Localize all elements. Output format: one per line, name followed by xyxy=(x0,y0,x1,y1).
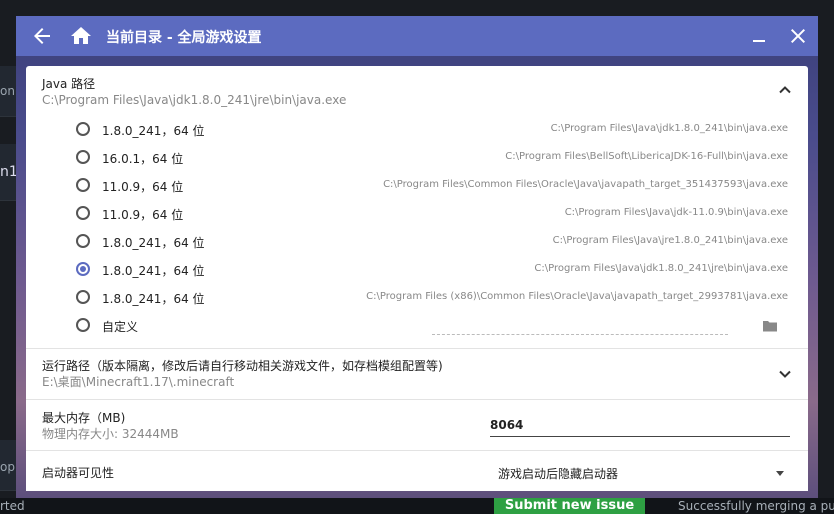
settings-dialog: 当前目录 - 全局游戏设置 Java 路径 C:\Program Files\J… xyxy=(16,16,818,498)
java-option-version: 16.0.1，64 位 xyxy=(102,152,184,166)
home-icon[interactable] xyxy=(69,24,93,48)
java-options-list: 1.8.0_241，64 位 C:\Program Files\Java\jdk… xyxy=(26,108,808,348)
bg-fragment: on xyxy=(0,84,15,98)
java-option-radio-selected[interactable] xyxy=(76,262,90,276)
launcher-visibility-row: 启动器可见性 游戏启动后隐藏启动器 xyxy=(26,451,808,491)
java-option-row[interactable]: 11.0.9，64 位 C:\Program Files\Common File… xyxy=(26,172,808,200)
java-option-version: 1.8.0_241，64 位 xyxy=(102,236,205,250)
launcher-visibility-select[interactable]: 游戏启动后隐藏启动器 xyxy=(498,465,618,482)
java-path-label: Java 路径 xyxy=(42,77,96,91)
max-memory-row: 最大内存（MB) 物理内存大小: 32444MB xyxy=(26,400,808,450)
java-option-radio[interactable] xyxy=(76,150,90,164)
chevron-down-icon[interactable] xyxy=(778,366,792,380)
run-path-row[interactable]: 运行路径（版本隔离，修改后请自行移动相关游戏文件，如存档模组配置等) E:\桌面… xyxy=(26,349,808,399)
dialog-title: 当前目录 - 全局游戏设置 xyxy=(106,30,262,46)
java-option-path: C:\Program Files\BellSoft\LibericaJDK-16… xyxy=(505,151,788,162)
minimize-icon[interactable] xyxy=(747,24,771,48)
java-custom-path-input[interactable] xyxy=(432,334,728,335)
java-option-row[interactable]: 1.8.0_241，64 位 C:\Program Files\Java\jdk… xyxy=(26,116,808,144)
java-custom-row[interactable]: 自定义 xyxy=(26,312,808,340)
run-path-label: 运行路径（版本隔离，修改后请自行移动相关游戏文件，如存档模组配置等) xyxy=(42,359,443,373)
java-path-header[interactable]: Java 路径 C:\Program Files\Java\jdk1.8.0_2… xyxy=(26,66,808,108)
java-option-version: 11.0.9，64 位 xyxy=(102,208,184,222)
java-option-radio[interactable] xyxy=(76,290,90,304)
java-custom-radio[interactable] xyxy=(76,318,90,332)
dropdown-caret-icon[interactable] xyxy=(776,471,784,476)
close-icon[interactable] xyxy=(786,24,810,48)
java-option-path: C:\Program Files\Java\jdk-11.0.9\bin\jav… xyxy=(564,207,788,218)
launcher-visibility-label: 启动器可见性 xyxy=(42,466,115,480)
java-option-version: 11.0.9，64 位 xyxy=(102,180,184,194)
java-option-row[interactable]: 16.0.1，64 位 C:\Program Files\BellSoft\Li… xyxy=(26,144,808,172)
settings-panel: Java 路径 C:\Program Files\Java\jdk1.8.0_2… xyxy=(26,66,808,491)
java-option-radio[interactable] xyxy=(76,206,90,220)
java-option-version: 1.8.0_241，64 位 xyxy=(102,264,205,278)
java-option-version: 1.8.0_241，64 位 xyxy=(102,124,205,138)
bg-fragment: n16 xyxy=(0,164,16,180)
dialog-titlebar: 当前目录 - 全局游戏设置 xyxy=(16,16,818,56)
java-option-radio[interactable] xyxy=(76,234,90,248)
bg-fragment: opir xyxy=(0,460,16,474)
java-option-path: C:\Program Files\Java\jdk1.8.0_241\bin\j… xyxy=(550,123,788,134)
folder-icon[interactable] xyxy=(762,318,778,332)
java-option-radio[interactable] xyxy=(76,178,90,192)
java-option-row[interactable]: 1.8.0_241，64 位 C:\Program Files (x86)\Co… xyxy=(26,284,808,312)
java-option-path: C:\Program Files (x86)\Common Files\Orac… xyxy=(366,291,788,302)
java-option-radio[interactable] xyxy=(76,122,90,136)
java-option-row[interactable]: 1.8.0_241，64 位 C:\Program Files\Java\jdk… xyxy=(26,256,808,284)
java-option-version: 1.8.0_241，64 位 xyxy=(102,292,205,306)
java-custom-label: 自定义 xyxy=(102,320,139,334)
max-memory-input[interactable] xyxy=(490,414,790,437)
run-path-value: E:\桌面\Minecraft1.17\.minecraft xyxy=(42,375,235,389)
java-option-path: C:\Program Files\Java\jre1.8.0_241\bin\j… xyxy=(552,235,788,246)
java-option-path: C:\Program Files\Java\jdk1.8.0_241\jre\b… xyxy=(534,263,788,274)
submit-issue-button[interactable]: Submit new issue xyxy=(494,498,645,514)
bg-merge-text: Successfully merging a pull re xyxy=(678,499,834,513)
arrow-left-icon[interactable] xyxy=(30,24,54,48)
java-path-current: C:\Program Files\Java\jdk1.8.0_241\jre\b… xyxy=(42,93,347,107)
bg-status-text: rted xyxy=(0,499,25,513)
java-option-row[interactable]: 11.0.9，64 位 C:\Program Files\Java\jdk-11… xyxy=(26,200,808,228)
chevron-up-icon[interactable] xyxy=(778,82,792,96)
java-option-path: C:\Program Files\Common Files\Oracle\Jav… xyxy=(383,179,788,190)
java-option-row[interactable]: 1.8.0_241，64 位 C:\Program Files\Java\jre… xyxy=(26,228,808,256)
